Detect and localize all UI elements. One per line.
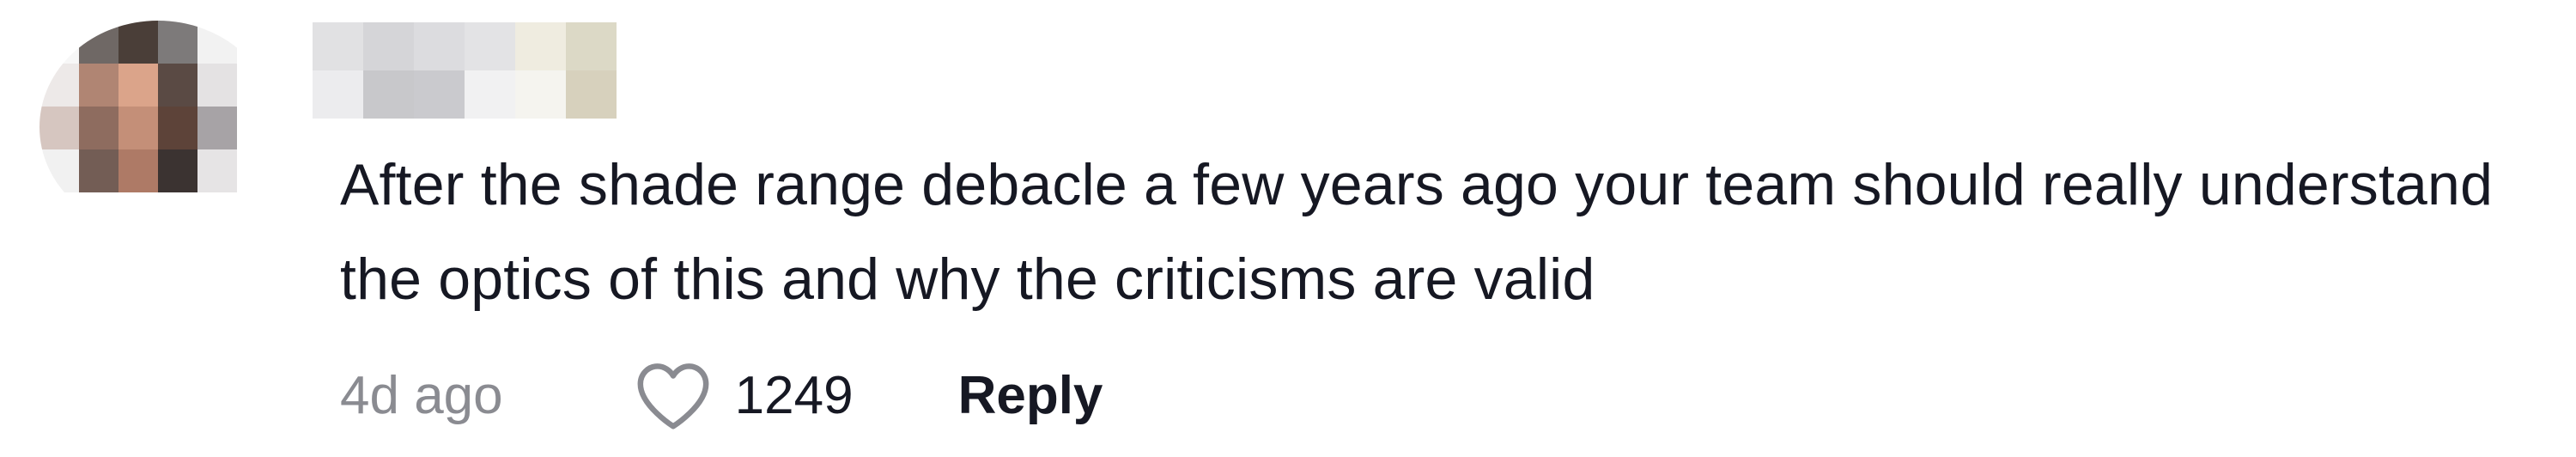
comment-text: After the shade range debacle a few year… — [340, 152, 2494, 312]
like-button[interactable]: 1249 — [632, 359, 854, 431]
avatar[interactable] — [39, 21, 276, 234]
timestamp: 4d ago — [340, 365, 503, 425]
username[interactable] — [313, 22, 617, 119]
heart-outline-icon[interactable] — [632, 359, 714, 431]
comment-item: After the shade range debacle a few year… — [0, 0, 2576, 457]
like-count: 1249 — [734, 365, 854, 425]
reply-button[interactable]: Reply — [958, 365, 1103, 426]
comment-actions: 4d ago 1249 Reply — [340, 352, 1103, 438]
